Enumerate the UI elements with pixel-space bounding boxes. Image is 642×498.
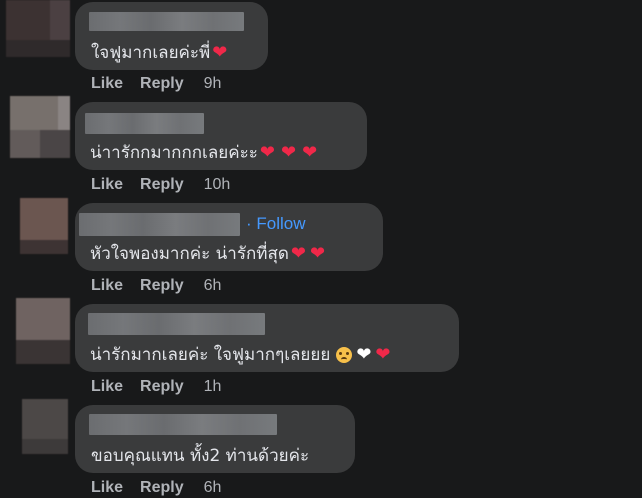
comment-actions: Like Reply 9h [91,75,221,93]
reply-button[interactable]: Reply [140,479,184,497]
like-button[interactable]: Like [91,75,123,93]
red-heart-icon: ❤ [290,242,306,264]
reply-button[interactable]: Reply [140,176,184,194]
timestamp[interactable]: 9h [204,75,222,93]
timestamp[interactable]: 10h [204,176,231,194]
comment-text-row: ใจฟูมากเลยค่ะพี่ ❤ [91,39,227,66]
timestamp[interactable]: 6h [204,277,222,295]
comment-bubble: น่าารักกมากกกเลยค่ะะ ❤ ❤ ❤ [75,102,367,170]
author-name[interactable] [89,413,277,435]
timestamp[interactable]: 1h [204,378,222,396]
red-heart-icon: ❤ [280,141,297,163]
comment-bubble: ใจฟูมากเลยค่ะพี่ ❤ [75,2,268,70]
comment-bubble: น่ารักมากเลยค่ะ ใจฟูมากๆเลยยย ❤ ❤ [75,304,459,372]
comment-text-row: น่ารักมากเลยค่ะ ใจฟูมากๆเลยยย ❤ ❤ [90,341,391,368]
like-button[interactable]: Like [91,378,123,396]
like-button[interactable]: Like [91,277,123,295]
avatar[interactable] [6,0,70,57]
comment-thread: ใจฟูมากเลยค่ะพี่ ❤ Like Reply 9h น่าารัก… [0,0,642,498]
pleading-face-icon [336,346,353,363]
red-heart-icon: ❤ [212,41,228,63]
avatar[interactable] [16,298,70,364]
red-heart-icon: ❤ [259,141,275,163]
comment-text: ใจฟูมากเลยค่ะพี่ [91,43,211,63]
comment-text: น่ารักมากเลยค่ะ ใจฟูมากๆเลยยย [90,345,331,365]
avatar[interactable] [20,198,68,254]
comment-bubble: ขอบคุณแทน ทั้ง2 ท่านด้วยค่ะ [75,405,355,473]
author-row: · Follow [79,212,306,236]
red-heart-icon: ❤ [302,141,318,163]
comment-text-row: ขอบคุณแทน ทั้ง2 ท่านด้วยค่ะ [91,442,309,469]
reply-button[interactable]: Reply [140,277,184,295]
timestamp[interactable]: 6h [204,479,222,497]
comment-text: ขอบคุณแทน ทั้ง2 ท่านด้วยค่ะ [91,446,310,466]
author-name[interactable] [89,10,244,32]
avatar[interactable] [10,96,70,158]
comment-actions: Like Reply 6h [91,277,221,295]
comment-bubble: · Follow หัวใจพองมากค่ะ น่ารักที่สุด ❤ ❤ [75,203,383,271]
author-name[interactable] [85,112,204,134]
comment-actions: Like Reply 6h [91,479,221,497]
comment-text: หัวใจพองมากค่ะ น่ารักที่สุด [90,244,289,264]
comment-text-row: หัวใจพองมากค่ะ น่ารักที่สุด ❤ ❤ [90,240,325,267]
red-heart-icon: ❤ [310,242,326,264]
reply-button[interactable]: Reply [140,75,184,93]
comment-actions: Like Reply 10h [91,176,230,194]
comment-actions: Like Reply 1h [91,378,221,396]
comment-text: น่าารักกมากกกเลยค่ะะ [90,143,258,163]
follow-button[interactable]: · Follow [246,214,306,234]
like-button[interactable]: Like [91,176,123,194]
avatar[interactable] [22,399,68,454]
red-heart-icon: ❤ [375,343,391,365]
author-name[interactable] [88,313,265,335]
reply-button[interactable]: Reply [140,378,184,396]
author-name[interactable] [79,212,240,236]
comment-text-row: น่าารักกมากกกเลยค่ะะ ❤ ❤ ❤ [90,139,317,166]
white-heart-icon: ❤ [356,343,372,365]
like-button[interactable]: Like [91,479,123,497]
